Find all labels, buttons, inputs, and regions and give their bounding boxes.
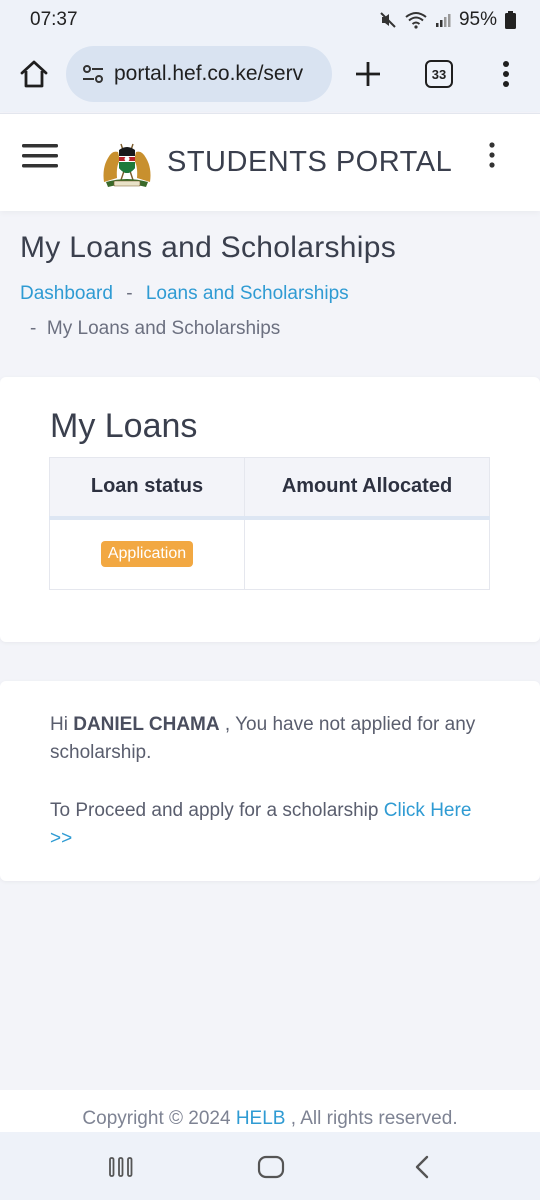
browser-toolbar: portal.hef.co.ke/serv 33	[0, 40, 540, 112]
table-row: Application	[49, 517, 490, 590]
tab-switcher-icon[interactable]: 33	[425, 60, 453, 88]
footer: Copyright © 2024 HELB , All rights reser…	[0, 1090, 540, 1132]
scholarship-status-text: Hi DANIEL CHAMA , You have not applied f…	[50, 711, 490, 767]
status-time: 07:37	[30, 9, 78, 30]
proceed-text-line: To Proceed and apply for a scholarship C…	[50, 797, 490, 853]
portal-header: STUDENTS PORTAL	[0, 113, 540, 211]
scholarship-message: Hi DANIEL CHAMA , You have not applied f…	[50, 711, 490, 853]
copyright-text: Copyright © 2024	[82, 1108, 231, 1129]
table-header-row: Loan status Amount Allocated	[49, 457, 490, 520]
loan-status-cell: Application	[49, 517, 245, 590]
back-icon[interactable]	[412, 1154, 432, 1180]
url-text[interactable]: portal.hef.co.ke/serv	[114, 62, 303, 86]
status-badge: Application	[100, 541, 194, 568]
column-header-loan-status: Loan status	[49, 457, 245, 520]
breadcrumb-dashboard-link[interactable]: Dashboard	[20, 283, 113, 304]
column-header-amount-allocated: Amount Allocated	[244, 457, 490, 520]
page-title: My Loans and Scholarships	[20, 231, 397, 264]
loans-heading: My Loans	[50, 407, 198, 445]
amount-allocated-cell	[244, 517, 490, 590]
rights-text: , All rights reserved.	[290, 1108, 458, 1129]
portal-title: STUDENTS PORTAL	[167, 146, 453, 178]
scholarship-card: Hi DANIEL CHAMA , You have not applied f…	[0, 681, 540, 881]
proceed-text: To Proceed and apply for a scholarship	[50, 800, 379, 821]
site-settings-icon[interactable]	[80, 61, 106, 87]
home-icon[interactable]	[18, 58, 50, 90]
system-nav-bar	[0, 1132, 540, 1200]
loans-card: My Loans Loan status Amount Allocated Ap…	[0, 377, 540, 642]
breadcrumb-separator: -	[126, 283, 133, 304]
status-bar: 07:37 95%	[0, 0, 540, 40]
battery-percent: 95%	[458, 9, 497, 30]
more-icon[interactable]	[496, 58, 516, 90]
coat-of-arms-logo	[103, 143, 151, 187]
helb-link[interactable]: HELB	[236, 1108, 286, 1129]
greeting-text: Hi	[50, 714, 68, 735]
battery-icon	[505, 11, 516, 29]
recent-apps-icon[interactable]	[108, 1156, 134, 1178]
breadcrumb-current-label: My Loans and Scholarships	[46, 318, 281, 339]
loans-table: Loan status Amount Allocated Application	[49, 457, 490, 590]
status-icons: 95%	[379, 9, 516, 31]
wifi-icon	[405, 12, 427, 29]
breadcrumb-current: - My Loans and Scholarships	[30, 318, 280, 340]
user-name: DANIEL CHAMA	[73, 714, 220, 735]
signal-icon	[435, 14, 451, 27]
breadcrumb: Dashboard - Loans and Scholarships	[20, 283, 349, 305]
mute-icon	[380, 12, 396, 28]
hamburger-icon[interactable]	[22, 142, 58, 170]
nav-home-icon[interactable]	[257, 1154, 285, 1180]
new-tab-icon[interactable]	[352, 58, 384, 90]
breadcrumb-separator: -	[30, 318, 37, 339]
address-bar[interactable]: portal.hef.co.ke/serv	[66, 46, 332, 102]
kebab-menu-icon[interactable]	[484, 140, 500, 172]
breadcrumb-loans-link[interactable]: Loans and Scholarships	[146, 283, 349, 304]
